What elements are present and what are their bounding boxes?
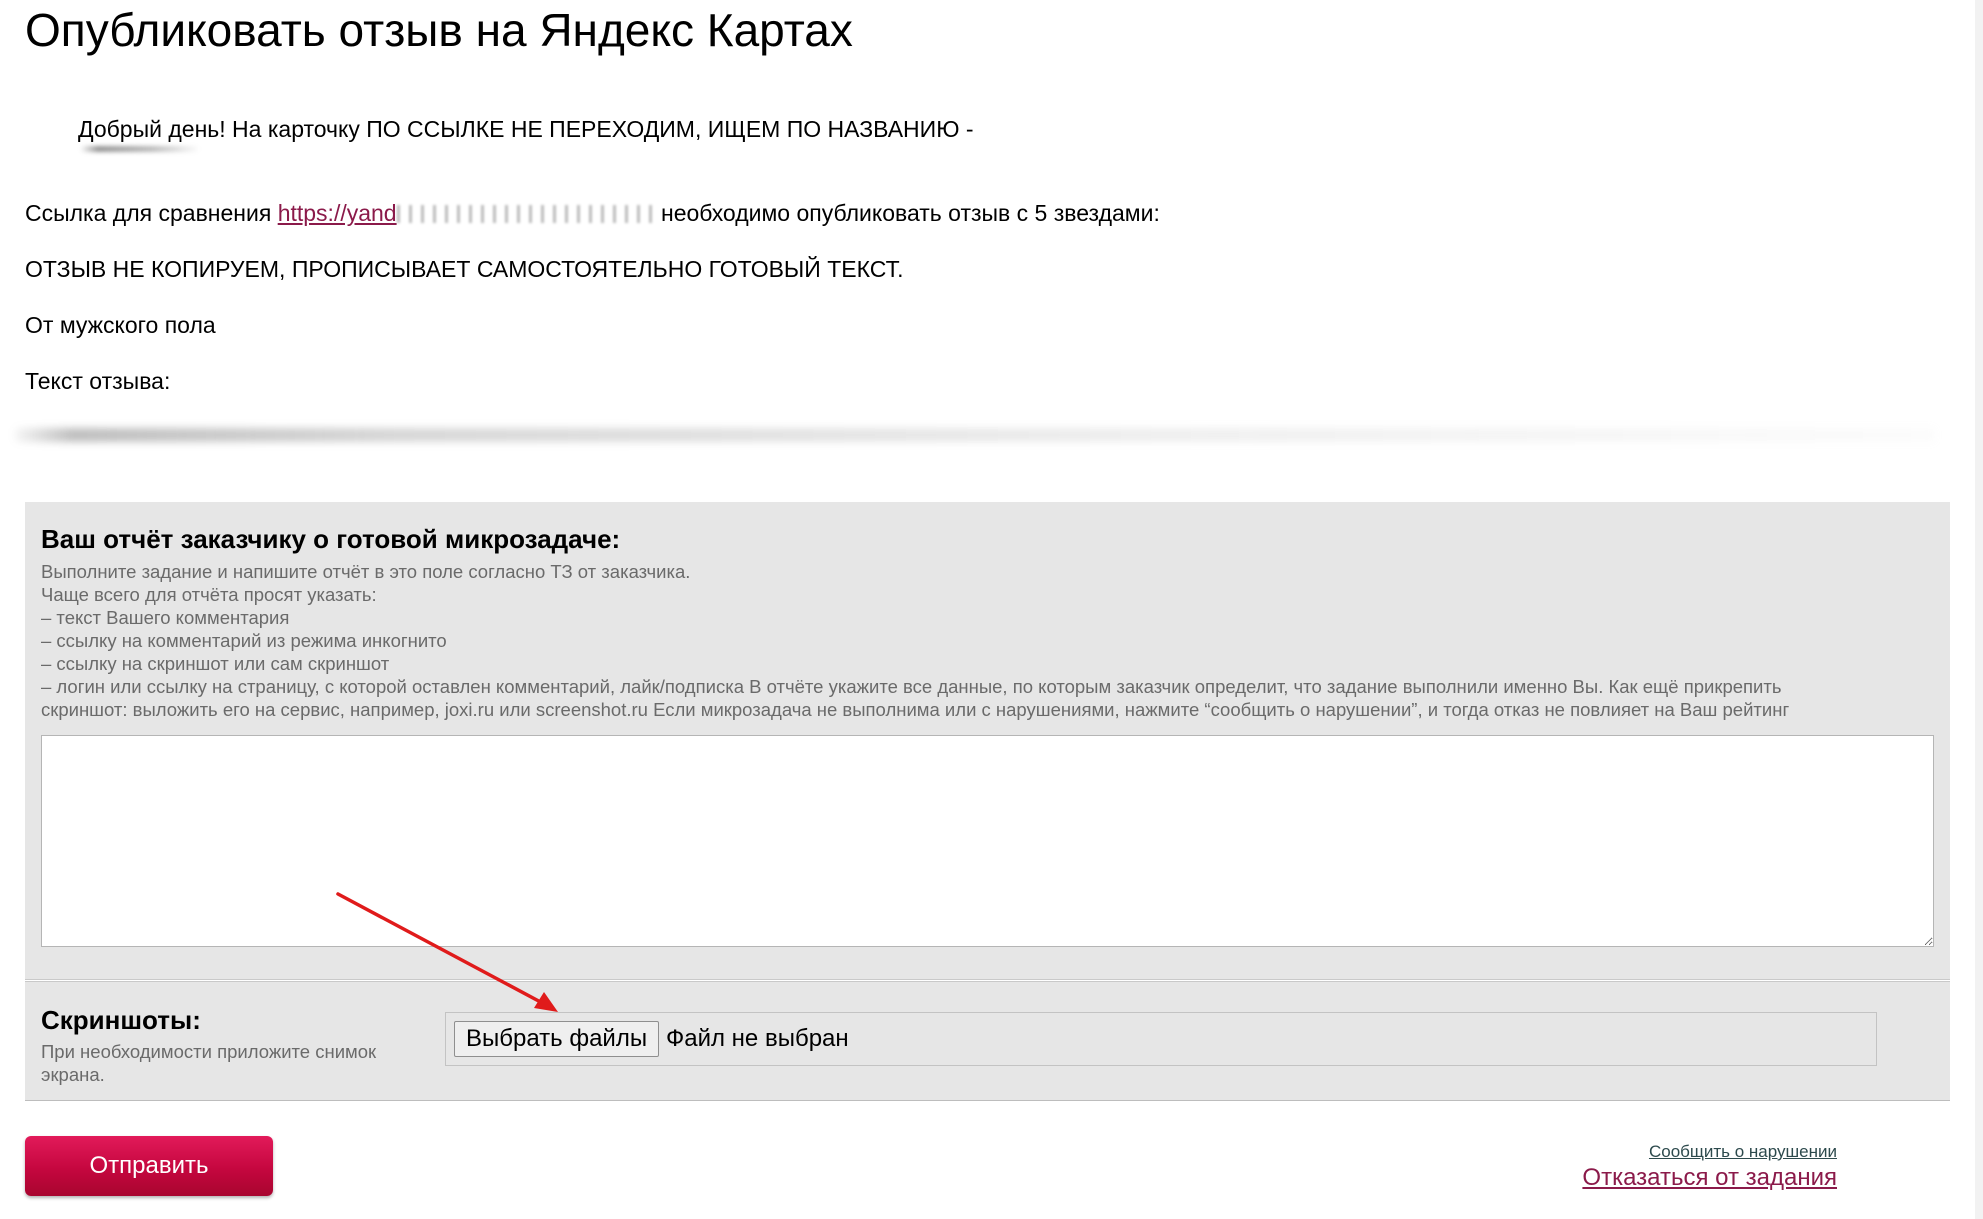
report-desc-line: Выполните задание и напишите отчёт в это… — [41, 561, 691, 582]
file-input[interactable]: Выбрать файлы Файл не выбран — [445, 1012, 1877, 1066]
report-description: Выполните задание и напишите отчёт в это… — [41, 560, 1941, 721]
redacted-url — [396, 205, 655, 223]
report-violation-link[interactable]: Сообщить о нарушении — [1649, 1141, 1837, 1163]
report-textarea[interactable] — [41, 735, 1934, 947]
review-text-label: Текст отзыва: — [25, 368, 171, 394]
no-copy-instruction: ОТЗЫВ НЕ КОПИРУЕМ, ПРОПИСЫВАЕТ САМОСТОЯТ… — [25, 256, 904, 282]
compare-line: Ссылка для сравнения https://yand необхо… — [25, 198, 1160, 228]
page-title: Опубликовать отзыв на Яндекс Картах — [25, 4, 853, 56]
scrollbar[interactable] — [1975, 0, 1983, 1219]
choose-files-button[interactable]: Выбрать файлы — [454, 1021, 660, 1057]
task-greeting: Добрый день! На карточку ПО ССЫЛКЕ НЕ ПЕ… — [78, 116, 974, 142]
refuse-task-link[interactable]: Отказаться от задания — [1582, 1163, 1837, 1193]
annotation-arrow-icon — [336, 892, 558, 1012]
screenshots-panel: Скриншоты: При необходимости приложите с… — [25, 981, 1950, 1101]
compare-link[interactable]: https://yand — [278, 200, 655, 226]
report-desc-line: – ссылку на комментарий из режима инкогн… — [41, 630, 447, 651]
task-page: Опубликовать отзыв на Яндекс Картах Добр… — [0, 0, 1983, 1219]
submit-button[interactable]: Отправить — [25, 1136, 273, 1196]
report-desc-line: Чаще всего для отчёта просят указать: — [41, 584, 377, 605]
report-desc-line: – текст Вашего комментария — [41, 607, 290, 628]
compare-suffix: необходимо опубликовать отзыв с 5 звезда… — [661, 200, 1160, 226]
report-desc-line: – логин или ссылку на страницу, с которо… — [41, 676, 1782, 697]
report-desc-line: скриншот: выложить его на сервис, наприм… — [41, 699, 1790, 720]
report-title: Ваш отчёт заказчику о готовой микрозадач… — [41, 524, 621, 554]
screenshots-title: Скриншоты: — [41, 1005, 201, 1035]
redacted-review-text — [15, 428, 1935, 442]
report-desc-line: – ссылку на скриншот или сам скриншот — [41, 653, 390, 674]
gender-instruction: От мужского пола — [25, 312, 216, 338]
compare-prefix: Ссылка для сравнения — [25, 200, 272, 226]
file-status: Файл не выбран — [666, 1025, 849, 1052]
redacted-name — [80, 146, 200, 152]
report-panel: Ваш отчёт заказчику о готовой микрозадач… — [25, 502, 1950, 980]
screenshots-hint: При необходимости приложите снимок экран… — [41, 1041, 377, 1085]
